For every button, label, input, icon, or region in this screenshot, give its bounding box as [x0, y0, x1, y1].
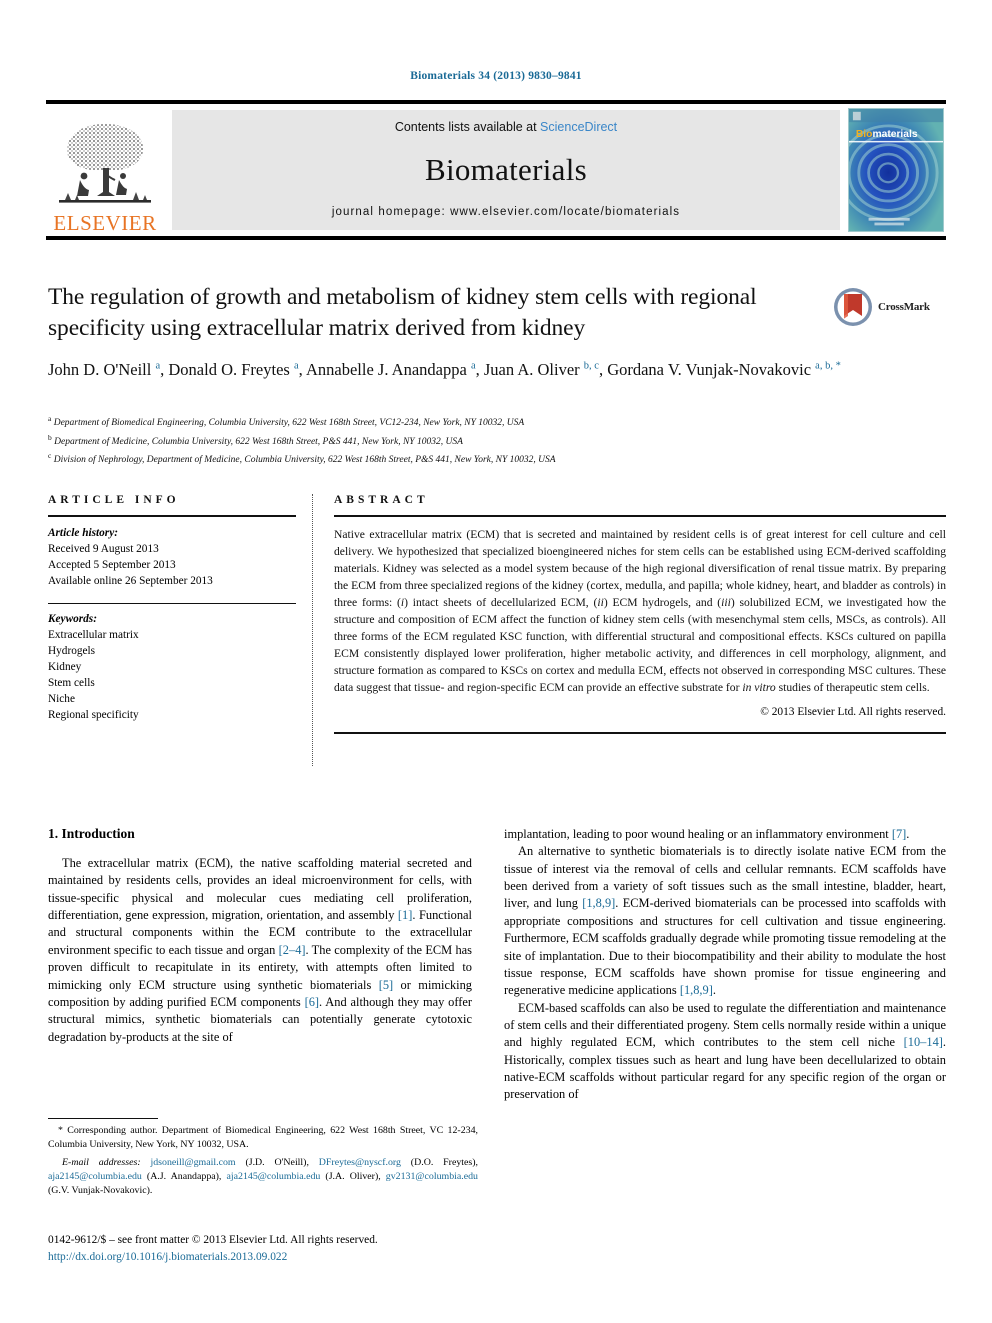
svg-text:Bio: Bio — [856, 129, 873, 140]
affiliation-item: c Division of Nephrology, Department of … — [48, 450, 898, 469]
abstract-copyright: © 2013 Elsevier Ltd. All rights reserved… — [760, 706, 946, 719]
title-block: The regulation of growth and metabolism … — [48, 282, 828, 345]
elsevier-tree-icon — [59, 124, 151, 203]
article-info-heading: ARTICLE INFO — [48, 494, 180, 506]
cover-artwork: Bio materials — [849, 109, 943, 231]
abstract-bottom-rule — [334, 732, 946, 735]
paragraph: An alternative to synthetic biomaterials… — [504, 844, 946, 998]
svg-text:materials: materials — [873, 129, 918, 140]
crossmark-icon — [834, 288, 872, 326]
history-item: Available online 26 September 2013 — [48, 575, 213, 588]
journal-title: Biomaterials — [424, 152, 587, 187]
page-title: The regulation of growth and metabolism … — [48, 284, 757, 342]
elsevier-logo: ELSEVIER — [46, 104, 164, 236]
abstract-column: ABSTRACT Native extracellular matrix (EC… — [334, 494, 946, 735]
contents-prefix: Contents lists available at — [394, 120, 541, 134]
affiliation-marker: c — [48, 451, 52, 461]
corresponding-author-note: * Corresponding author. Department of Bi… — [48, 1125, 478, 1151]
journal-cover-thumbnail: Bio materials — [848, 108, 944, 232]
elsevier-wordmark: ELSEVIER — [53, 211, 157, 235]
article-info-column: ARTICLE INFO Article history: Received 9… — [48, 494, 296, 723]
sciencedirect-link[interactable]: ScienceDirect — [540, 120, 617, 134]
footnote-rule — [48, 1118, 158, 1119]
section-heading-introduction: 1. Introduction — [48, 826, 135, 841]
body-column-left: 1. Introduction The extracellular matrix… — [48, 826, 472, 1046]
email-addresses-note: E-mail addresses: jdsoneill@gmail.com (J… — [48, 1156, 478, 1199]
keyword-item: Extracellular matrix — [48, 629, 139, 642]
journal-homepage-link[interactable]: journal homepage: www.elsevier.com/locat… — [332, 206, 680, 218]
running-head: Biomaterials 34 (2013) 9830–9841 — [410, 70, 582, 82]
affiliation-text: Division of Nephrology, Department of Me… — [53, 455, 556, 466]
body-column-right: implantation, leading to poor wound heal… — [504, 826, 946, 1104]
abstract-heading: ABSTRACT — [334, 494, 429, 506]
affiliation-marker: a — [48, 414, 52, 423]
article-info-rule — [48, 515, 296, 517]
crossmark-label: CrossMark — [878, 301, 930, 313]
affiliation-text: Department of Medicine, Columbia Univers… — [54, 436, 463, 447]
journal-masthead: ELSEVIER Contents lists available at Sci… — [46, 100, 946, 240]
email-addresses-label: E-mail addresses: — [62, 1156, 141, 1168]
paragraph: The extracellular matrix (ECM), the nati… — [48, 856, 473, 1044]
history-item: Received 9 August 2013 — [48, 543, 159, 556]
issn-copyright-block: 0142-9612/$ – see front matter © 2013 El… — [48, 1232, 528, 1266]
affiliation-text: Department of Biomedical Engineering, Co… — [53, 418, 525, 429]
keyword-item: Kidney — [48, 661, 82, 674]
keywords-rule — [48, 603, 296, 605]
article-history: Article history: Received 9 August 2013 … — [48, 525, 296, 589]
issn-line: 0142-9612/$ – see front matter © 2013 El… — [48, 1234, 378, 1246]
keyword-item: Niche — [48, 693, 75, 706]
journal-band: Contents lists available at ScienceDirec… — [172, 110, 840, 230]
history-item: Accepted 5 September 2013 — [48, 559, 176, 572]
keyword-item: Stem cells — [48, 677, 95, 690]
keyword-item: Regional specificity — [48, 709, 139, 722]
affiliation-marker: b — [48, 432, 52, 442]
crossmark-badge[interactable]: CrossMark — [833, 283, 943, 331]
column-divider — [312, 494, 313, 766]
paragraph: implantation, leading to poor wound heal… — [504, 827, 910, 841]
footnote-block: * Corresponding author. Department of Bi… — [48, 1124, 478, 1199]
keywords-label: Keywords: — [48, 613, 97, 626]
contents-available-line: Contents lists available at ScienceDirec… — [395, 120, 617, 134]
keyword-list: Keywords: Extracellular matrix Hydrogels… — [48, 611, 296, 723]
affiliation-item: b Department of Medicine, Columbia Unive… — [48, 432, 898, 451]
author-list: John D. O'Neill a, Donald O. Freytes a, … — [48, 358, 848, 382]
doi-link[interactable]: http://dx.doi.org/10.1016/j.biomaterials… — [48, 1249, 528, 1266]
article-history-label: Article history: — [48, 527, 118, 539]
affiliation-item: a Department of Biomedical Engineering, … — [48, 413, 898, 432]
paragraph: ECM-based scaffolds can also be used to … — [504, 1000, 946, 1102]
affiliation-list: a Department of Biomedical Engineering, … — [48, 413, 898, 469]
abstract-rule — [334, 515, 946, 517]
abstract-text: Native extracellular matrix (ECM) that i… — [334, 528, 946, 695]
journal-article-page: Biomaterials 34 (2013) 9830–9841 ELSEVIE… — [0, 0, 992, 1323]
authors-text: John D. O'Neill a, Donald O. Freytes a, … — [48, 360, 841, 379]
keyword-item: Hydrogels — [48, 645, 96, 658]
